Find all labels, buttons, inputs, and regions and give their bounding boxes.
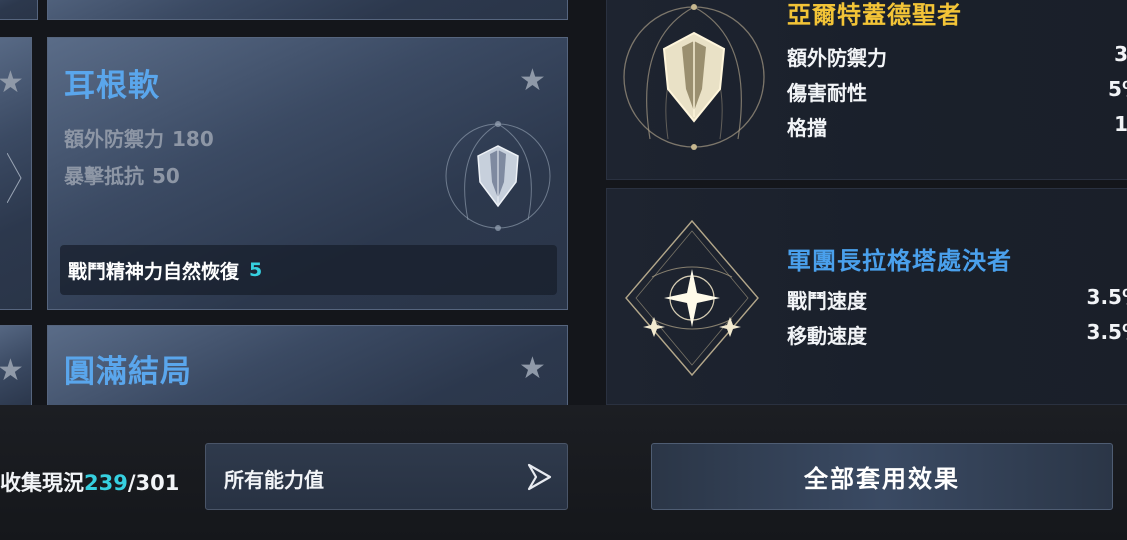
set-stat-label: 格擋 (787, 116, 827, 140)
card-partial[interactable]: ★ (0, 325, 32, 405)
favorite-star-icon[interactable]: ★ (519, 66, 546, 96)
card-stat: 暴擊抵抗 50 (64, 160, 180, 189)
favorite-star-icon[interactable]: ★ (519, 354, 546, 384)
card-partial[interactable]: ★ (0, 37, 32, 310)
card-stat-label: 額外防禦力 (64, 127, 164, 151)
favorite-star-icon[interactable]: ★ (0, 356, 24, 386)
collection-total: /301 (127, 471, 180, 495)
set-bonus-bar: 戰鬥精神力自然恢復 5 (60, 245, 557, 295)
emblem-fragment-icon (7, 153, 22, 203)
star-diamond-emblem-icon (625, 219, 759, 377)
arrow-right-icon (527, 463, 552, 491)
set-stat-label: 移動速度 (787, 324, 867, 348)
card-title: 圓滿結局 (64, 354, 192, 390)
shield-emblem-icon (445, 121, 551, 231)
card-second[interactable]: 圓滿結局 ★ (47, 325, 568, 405)
apply-all-effects-button[interactable]: 全部套用效果 (651, 443, 1113, 510)
bonus-label: 戰鬥精神力自然恢復 (68, 260, 240, 283)
card-partial[interactable] (0, 0, 38, 20)
set-stat-value: 3.5% (1086, 320, 1127, 344)
bonus-value: 5 (249, 259, 263, 281)
set-stat-value: 3.5% (1086, 285, 1127, 309)
set-stat-value: 11 (1114, 112, 1127, 136)
set-stat-value: 5% (1108, 77, 1127, 101)
set-stat-label: 戰鬥速度 (787, 289, 867, 313)
set-stat-label: 額外防禦力 (787, 46, 887, 70)
collection-status: 收集現況239/301 (0, 467, 179, 497)
card-grid: ★ 耳根軟 ★ 額外防禦力 180 暴擊抵抗 50 戰鬥精神力自然恢復 5 ★ (0, 0, 590, 405)
collection-label: 收集現況 (0, 471, 84, 495)
card-title: 耳根軟 (64, 68, 160, 104)
set-title: 亞爾特蓋德聖者 (787, 1, 962, 29)
collection-current: 239 (84, 471, 128, 495)
set-card: 亞爾特蓋德聖者 額外防禦力 30 傷害耐性 5% 格擋 11 (606, 0, 1127, 180)
set-card: 軍團長拉格塔處決者 戰鬥速度 3.5% 移動速度 3.5% (606, 188, 1127, 405)
filter-label: 所有能力值 (224, 468, 324, 492)
set-stat-label: 傷害耐性 (787, 81, 867, 105)
card-stat: 額外防禦力 180 (64, 123, 214, 152)
card-stat-value: 50 (152, 164, 180, 188)
footer-bar: 收集現況239/301 所有能力值 全部套用效果 (0, 405, 1127, 540)
shield-emblem-icon (623, 4, 765, 150)
set-effects-panel: 亞爾特蓋德聖者 額外防禦力 30 傷害耐性 5% 格擋 11 軍團長拉格塔處決者… (590, 0, 1127, 405)
card-partial[interactable] (47, 0, 568, 20)
stat-filter-dropdown[interactable]: 所有能力值 (205, 443, 568, 510)
favorite-star-icon[interactable]: ★ (0, 68, 24, 98)
set-stat-value: 30 (1114, 42, 1127, 66)
card-stat-value: 180 (172, 127, 214, 151)
set-title: 軍團長拉格塔處決者 (787, 247, 1012, 275)
card-stat-label: 暴擊抵抗 (64, 164, 144, 188)
card-main[interactable]: 耳根軟 ★ 額外防禦力 180 暴擊抵抗 50 戰鬥精神力自然恢復 5 (47, 37, 568, 310)
